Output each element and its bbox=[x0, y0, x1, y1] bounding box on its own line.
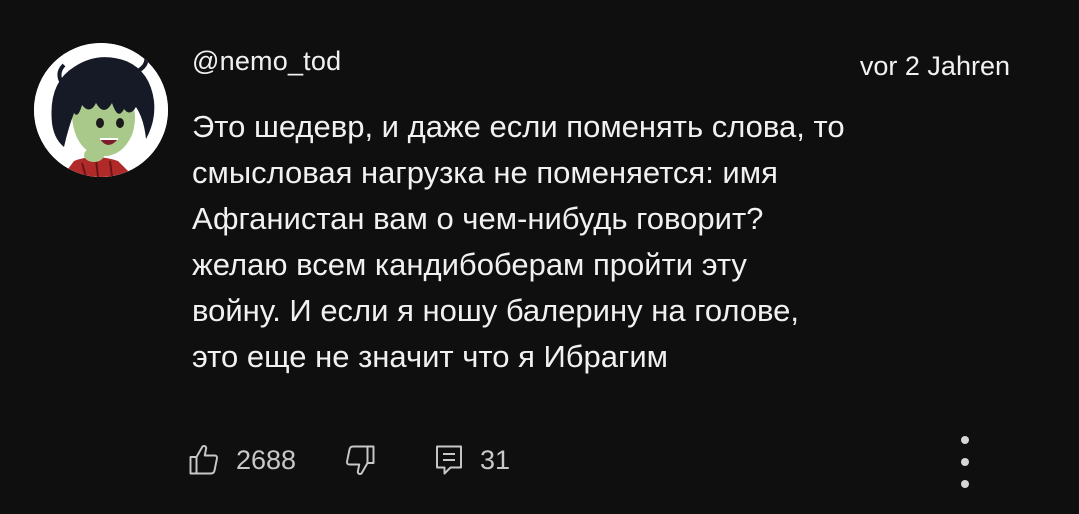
reply-count: 31 bbox=[480, 444, 511, 475]
comment-text: Это шедевр, и даже если поменять слова, … bbox=[192, 104, 1052, 380]
comment-author[interactable]: @nemo_tod bbox=[192, 46, 341, 77]
comment-text-line: Это шедевр, и даже если поменять слова, … bbox=[192, 109, 845, 144]
dislike-button[interactable] bbox=[342, 438, 378, 482]
like-button[interactable]: 2688 bbox=[186, 438, 296, 482]
reply-comment-icon bbox=[436, 445, 462, 475]
avatar[interactable] bbox=[34, 43, 168, 177]
comment-text-line: это еще не значит что я Ибрагим bbox=[192, 339, 668, 374]
thumbs-up-icon bbox=[189, 445, 218, 475]
more-vert-icon[interactable] bbox=[950, 436, 980, 488]
more-dot bbox=[961, 436, 969, 444]
comment-text-line: Афганистан вам о чем-нибудь говорит? bbox=[192, 201, 764, 236]
like-count: 2688 bbox=[236, 444, 297, 475]
comment-actions: 2688 31 bbox=[186, 438, 546, 482]
avatar-image bbox=[34, 43, 168, 177]
more-dot bbox=[961, 458, 969, 466]
thumbs-down-icon bbox=[346, 445, 375, 475]
more-dot bbox=[961, 480, 969, 488]
comment-text-line: войну. И если я ношу балерину на голове, bbox=[192, 293, 800, 328]
comment-thread: @nemo_tod vor 2 Jahren Это шедевр, и даж… bbox=[0, 0, 1079, 514]
reply-button[interactable]: 31 bbox=[432, 438, 510, 482]
comment-text-line: смысловая нагрузка не поменяется: имя bbox=[192, 155, 778, 190]
comment-timestamp: vor 2 Jahren bbox=[859, 51, 1010, 81]
comment-text-line: желаю всем кандибоберам пройти эту bbox=[192, 247, 747, 282]
